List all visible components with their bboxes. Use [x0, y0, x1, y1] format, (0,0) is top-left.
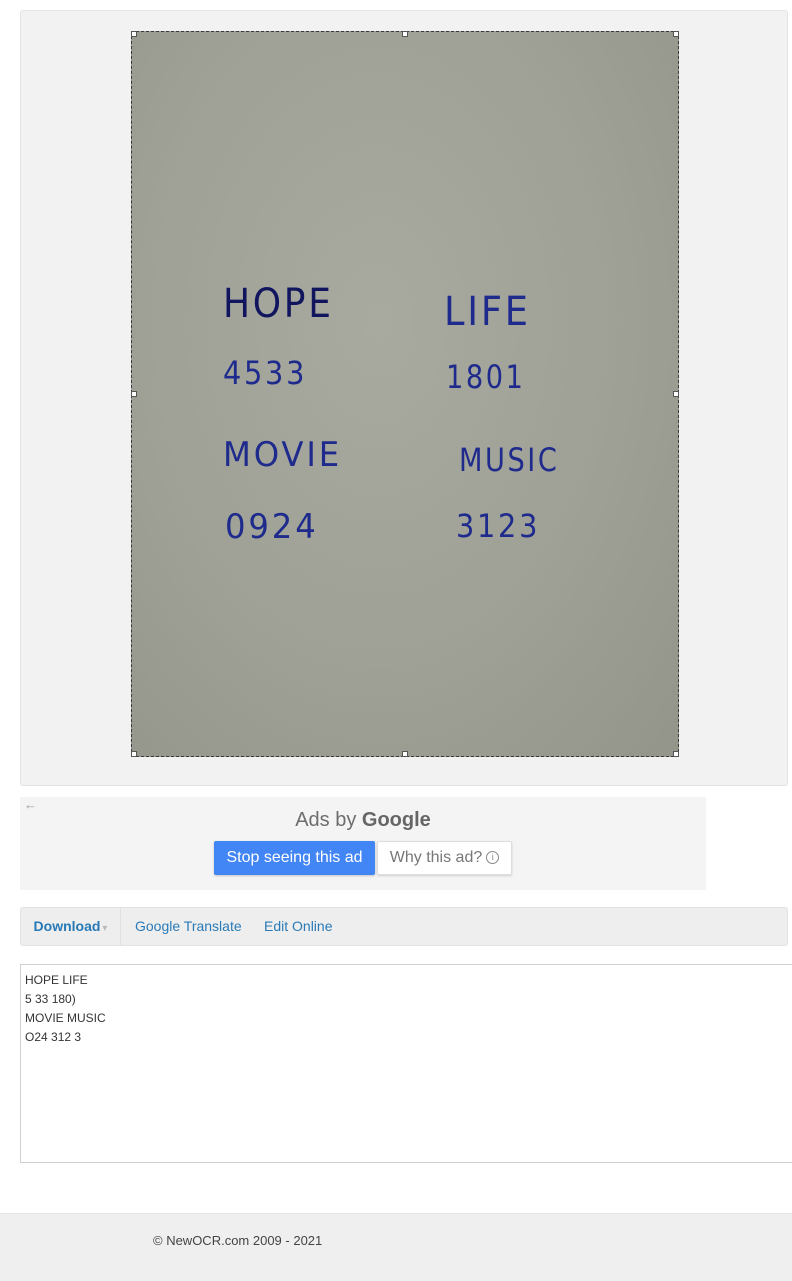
caret-down-icon: ▾: [102, 923, 108, 934]
download-dropdown-button[interactable]: Download ▾: [21, 908, 121, 945]
download-label: Download: [33, 918, 101, 934]
ocr-result-textarea[interactable]: HOPE LIFE 5 33 180) MOVIE MUSIC O24 312 …: [20, 964, 792, 1163]
copyright-text: © NewOCR.com 2009 - 2021: [153, 1233, 323, 1248]
result-toolbar: Download ▾ Google Translate Edit Online: [20, 907, 788, 946]
ads-by-google-label: Ads by Google: [20, 809, 706, 832]
google-translate-button[interactable]: Google Translate: [135, 908, 242, 945]
crop-handle-bottom-center[interactable]: [402, 751, 408, 757]
info-icon: i: [486, 851, 500, 865]
ad-block: ← Ads by Google Stop seeing this ad Why …: [20, 797, 706, 890]
stop-seeing-ad-button[interactable]: Stop seeing this ad: [214, 841, 375, 875]
crop-handle-top-left[interactable]: [131, 31, 137, 37]
ads-by-text: Ads by: [295, 809, 357, 831]
crop-frame[interactable]: [131, 31, 679, 757]
crop-handle-bottom-right[interactable]: [673, 751, 679, 757]
crop-handle-middle-left[interactable]: [131, 391, 137, 397]
crop-handle-bottom-left[interactable]: [131, 751, 137, 757]
edit-online-button[interactable]: Edit Online: [264, 908, 332, 945]
google-brand-text: Google: [361, 809, 431, 831]
crop-handle-middle-right[interactable]: [673, 391, 679, 397]
footer: © NewOCR.com 2009 - 2021: [0, 1213, 792, 1281]
why-this-ad-label: Why this ad?: [389, 849, 483, 866]
crop-handle-top-right[interactable]: [673, 31, 679, 37]
crop-handle-top-center[interactable]: [402, 31, 408, 37]
why-this-ad-button[interactable]: Why this ad? i: [377, 841, 512, 875]
